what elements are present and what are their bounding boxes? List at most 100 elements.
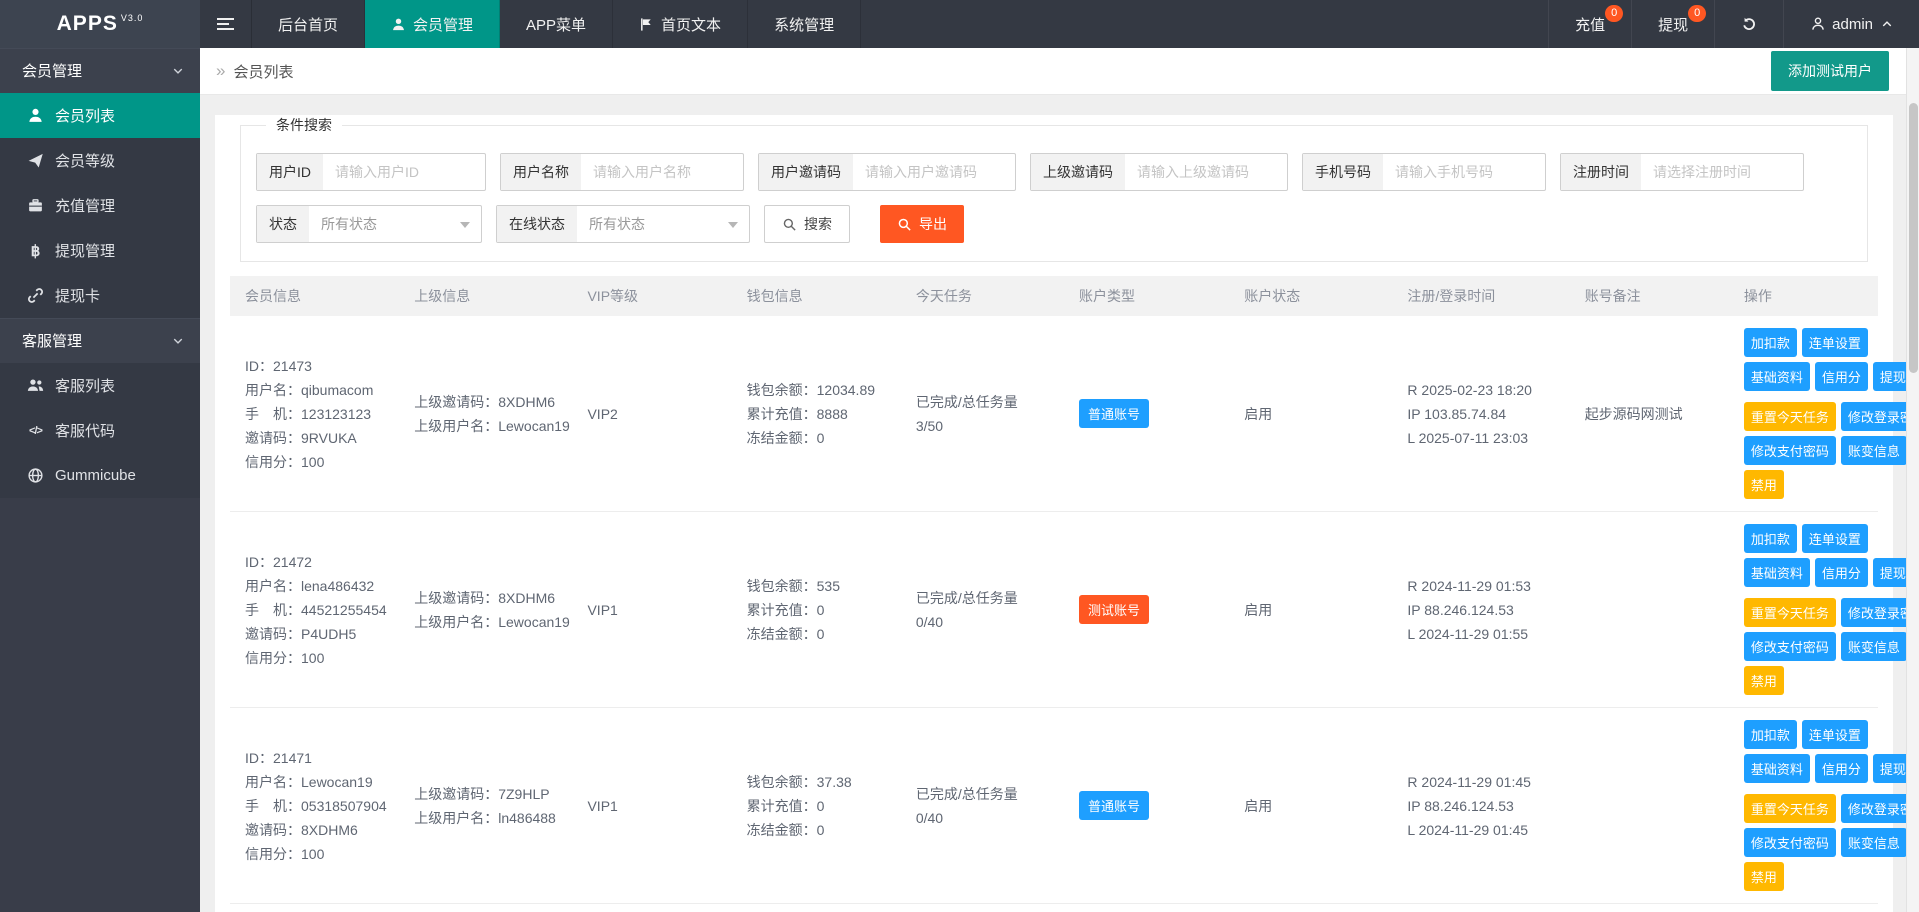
sidebar-item-member-level[interactable]: 会员等级 [0, 138, 200, 183]
disable-button[interactable]: 禁用 [1744, 470, 1784, 499]
wallet-info-cell: 钱包余额：12034.89累计充值：8888冻结金额：0 [732, 316, 901, 512]
export-button[interactable]: 导出 [880, 205, 964, 243]
change-pay-password-button[interactable]: 修改支付密码 [1744, 436, 1836, 465]
add-deduct-button[interactable]: 加扣款 [1744, 328, 1797, 357]
search-button[interactable]: 搜索 [764, 205, 850, 243]
sidebar-group-1[interactable]: 客服管理 [0, 318, 200, 363]
change-pay-password-button[interactable]: 修改支付密码 [1744, 632, 1836, 661]
actions-wrap: 加扣款连单设置基础资料信用分提现卡重置今天任务修改登录密码修改支付密码账变信息禁… [1744, 720, 1919, 891]
combo-settings-button[interactable]: 连单设置 [1802, 524, 1868, 553]
account-status-cell: 启用 [1229, 904, 1392, 912]
status-select-label: 状态 [257, 206, 309, 242]
recharge-badge: 0 [1605, 5, 1623, 22]
sidebar-item-service-code[interactable]: </>客服代码 [0, 408, 200, 453]
sidebar-item-member-list[interactable]: 会员列表 [0, 93, 200, 138]
link-icon [27, 287, 44, 304]
parent-invite-code-input[interactable] [1125, 154, 1287, 190]
nav-item-label: 系统管理 [774, 14, 834, 35]
user-name-field-label: 用户名称 [501, 154, 581, 190]
user-menu[interactable]: admin [1783, 0, 1919, 48]
basic-info-button[interactable]: 基础资料 [1744, 754, 1810, 783]
info-line: 邀请码：9RVUKA [245, 426, 393, 450]
online-status-select-value: 所有状态 [589, 216, 645, 232]
parent-info-cell: 上级邀请码：8XDHM6上级用户名：Lewocan19 [399, 316, 572, 512]
add-test-user-button[interactable]: 添加测试用户 [1771, 51, 1889, 91]
account-change-info-button[interactable]: 账变信息 [1841, 436, 1907, 465]
column-header-7: 注册/登录时间 [1392, 276, 1569, 316]
sidebar-group-0[interactable]: 会员管理 [0, 48, 200, 93]
add-deduct-button[interactable]: 加扣款 [1744, 524, 1797, 553]
reset-today-tasks-button[interactable]: 重置今天任务 [1744, 402, 1836, 431]
nav-item-app-menu[interactable]: APP菜单 [500, 0, 613, 48]
remark-cell [1570, 904, 1729, 912]
remark-cell [1570, 512, 1729, 708]
info-line: 累计充值：0 [747, 794, 895, 818]
account-change-info-button[interactable]: 账变信息 [1841, 632, 1907, 661]
sidebar-item-label: 提现卡 [55, 285, 100, 306]
nav-item-system-management[interactable]: 系统管理 [748, 0, 861, 48]
info-line: 手 机：44521255454 [245, 598, 393, 622]
search-controls-row: 状态所有状态在线状态所有状态 搜索 导出 [256, 205, 1852, 243]
disable-button[interactable]: 禁用 [1744, 666, 1784, 695]
status-select-group: 状态所有状态 [256, 205, 482, 243]
sidebar-toggle-icon[interactable] [200, 0, 252, 48]
credit-score-button[interactable]: 信用分 [1815, 558, 1868, 587]
credit-score-button[interactable]: 信用分 [1815, 754, 1868, 783]
nav-item-label: 首页文本 [661, 14, 721, 35]
user-id-input[interactable] [323, 154, 485, 190]
account-type-badge: 普通账号 [1079, 791, 1149, 820]
vip-level-cell: VIP1 [572, 708, 731, 904]
today-task-cell: 已完成/总任务量0/40 [901, 708, 1064, 904]
reset-today-tasks-button[interactable]: 重置今天任务 [1744, 794, 1836, 823]
page-scrollbar-thumb[interactable] [1909, 103, 1918, 373]
chevron-up-icon [1881, 18, 1893, 30]
sidebar-item-service-list[interactable]: 客服列表 [0, 363, 200, 408]
page-scrollbar[interactable] [1906, 48, 1919, 912]
combo-settings-button[interactable]: 连单设置 [1802, 328, 1868, 357]
actions-cell: 加扣款连单设置基础资料信用分提现卡重置今天任务修改登录密码修改支付密码账变信息禁… [1729, 904, 1878, 912]
status-select[interactable]: 所有状态 [309, 206, 481, 242]
basic-info-button[interactable]: 基础资料 [1744, 362, 1810, 391]
online-status-select[interactable]: 所有状态 [577, 206, 749, 242]
info-line: 上级邀请码：8XDHM6 [414, 390, 566, 414]
account-type-cell: 测试账号 [1064, 512, 1229, 708]
caret-down-icon [460, 222, 470, 228]
user-name-input[interactable] [581, 154, 743, 190]
parent-invite-code-field-label: 上级邀请码 [1031, 154, 1125, 190]
breadcrumb-separator: » [216, 61, 225, 81]
account-change-info-button[interactable]: 账变信息 [1841, 828, 1907, 857]
change-pay-password-button[interactable]: 修改支付密码 [1744, 828, 1836, 857]
user-invite-code-input[interactable] [853, 154, 1015, 190]
disable-button[interactable]: 禁用 [1744, 862, 1784, 891]
member-row: ID：21470用户名：Celebi21手 机：05312069070邀请码：S… [230, 904, 1878, 912]
sidebar-item-recharge-management[interactable]: 充值管理 [0, 183, 200, 228]
column-header-0: 会员信息 [230, 276, 399, 316]
phone-number-input[interactable] [1383, 154, 1545, 190]
account-type-badge: 测试账号 [1079, 595, 1149, 624]
credit-score-button[interactable]: 信用分 [1815, 362, 1868, 391]
register-time-input[interactable] [1641, 154, 1803, 190]
sidebar-item-withdraw-management[interactable]: ฿提现管理 [0, 228, 200, 273]
account-type-badge: 普通账号 [1079, 399, 1149, 428]
nav-item-dashboard[interactable]: 后台首页 [252, 0, 365, 48]
vip-level-cell: VIP1 [572, 512, 731, 708]
info-line: 上级用户名：Lewocan19 [414, 414, 566, 438]
basic-info-button[interactable]: 基础资料 [1744, 558, 1810, 587]
add-deduct-button[interactable]: 加扣款 [1744, 720, 1797, 749]
info-line: 累计充值：0 [747, 598, 895, 622]
vip-level-cell: VIP1 [572, 904, 731, 912]
reset-today-tasks-button[interactable]: 重置今天任务 [1744, 598, 1836, 627]
withdraw-shortcut[interactable]: 提现0 [1631, 0, 1714, 48]
time-cell: R 2024-11-29 01:45IP 85.97.193.180L 2024… [1392, 904, 1569, 912]
combo-settings-button[interactable]: 连单设置 [1802, 720, 1868, 749]
sidebar-item-gummicube[interactable]: Gummicube [0, 453, 200, 498]
user-invite-code-field-group: 用户邀请码 [758, 153, 1016, 191]
account-type-cell: 普通账号 [1064, 904, 1229, 912]
nav-item-member-management[interactable]: 会员管理 [365, 0, 500, 48]
refresh-button[interactable] [1714, 0, 1783, 48]
search-panel: 条件搜索 用户ID用户名称用户邀请码上级邀请码手机号码注册时间 状态所有状态在线… [240, 115, 1868, 262]
app-logo-text: APPS [57, 12, 118, 36]
sidebar-item-withdraw-card[interactable]: 提现卡 [0, 273, 200, 318]
nav-item-home-text[interactable]: 首页文本 [613, 0, 748, 48]
recharge-shortcut[interactable]: 充值0 [1548, 0, 1631, 48]
